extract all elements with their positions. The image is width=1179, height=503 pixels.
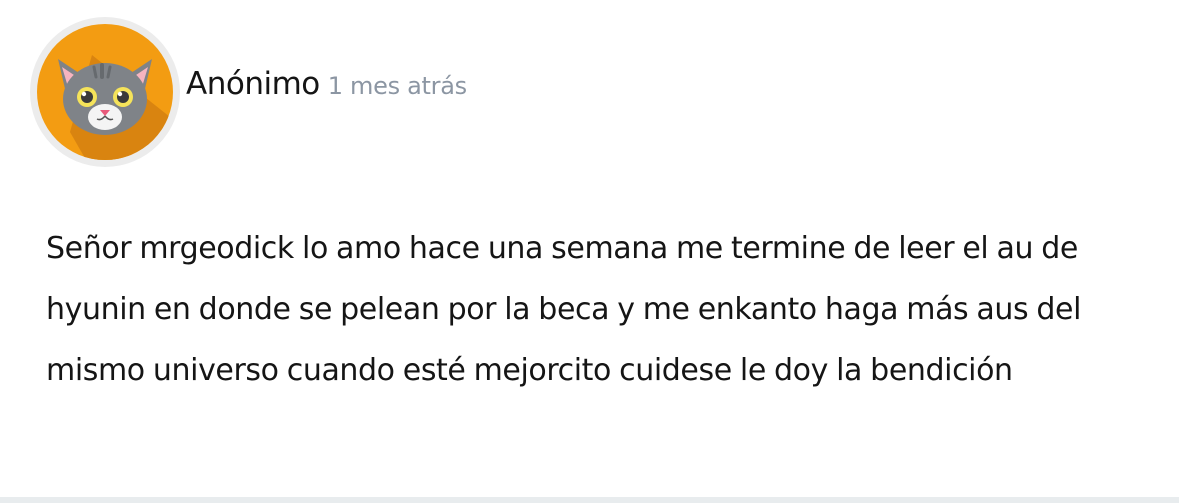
- comment-card: Anónimo 1 mes atrás Señor mrgeodick lo am…: [0, 0, 1179, 497]
- author-name[interactable]: Anónimo: [186, 66, 320, 102]
- divider: [0, 497, 1179, 503]
- comment-body: Señor mrgeodick lo amo hace una semana m…: [46, 231, 1082, 388]
- comment-timestamp: 1 mes atrás: [327, 72, 467, 100]
- comment-header: Anónimo 1 mes atrás: [186, 66, 467, 102]
- avatar[interactable]: [30, 17, 180, 167]
- cat-face-icon: [37, 24, 173, 160]
